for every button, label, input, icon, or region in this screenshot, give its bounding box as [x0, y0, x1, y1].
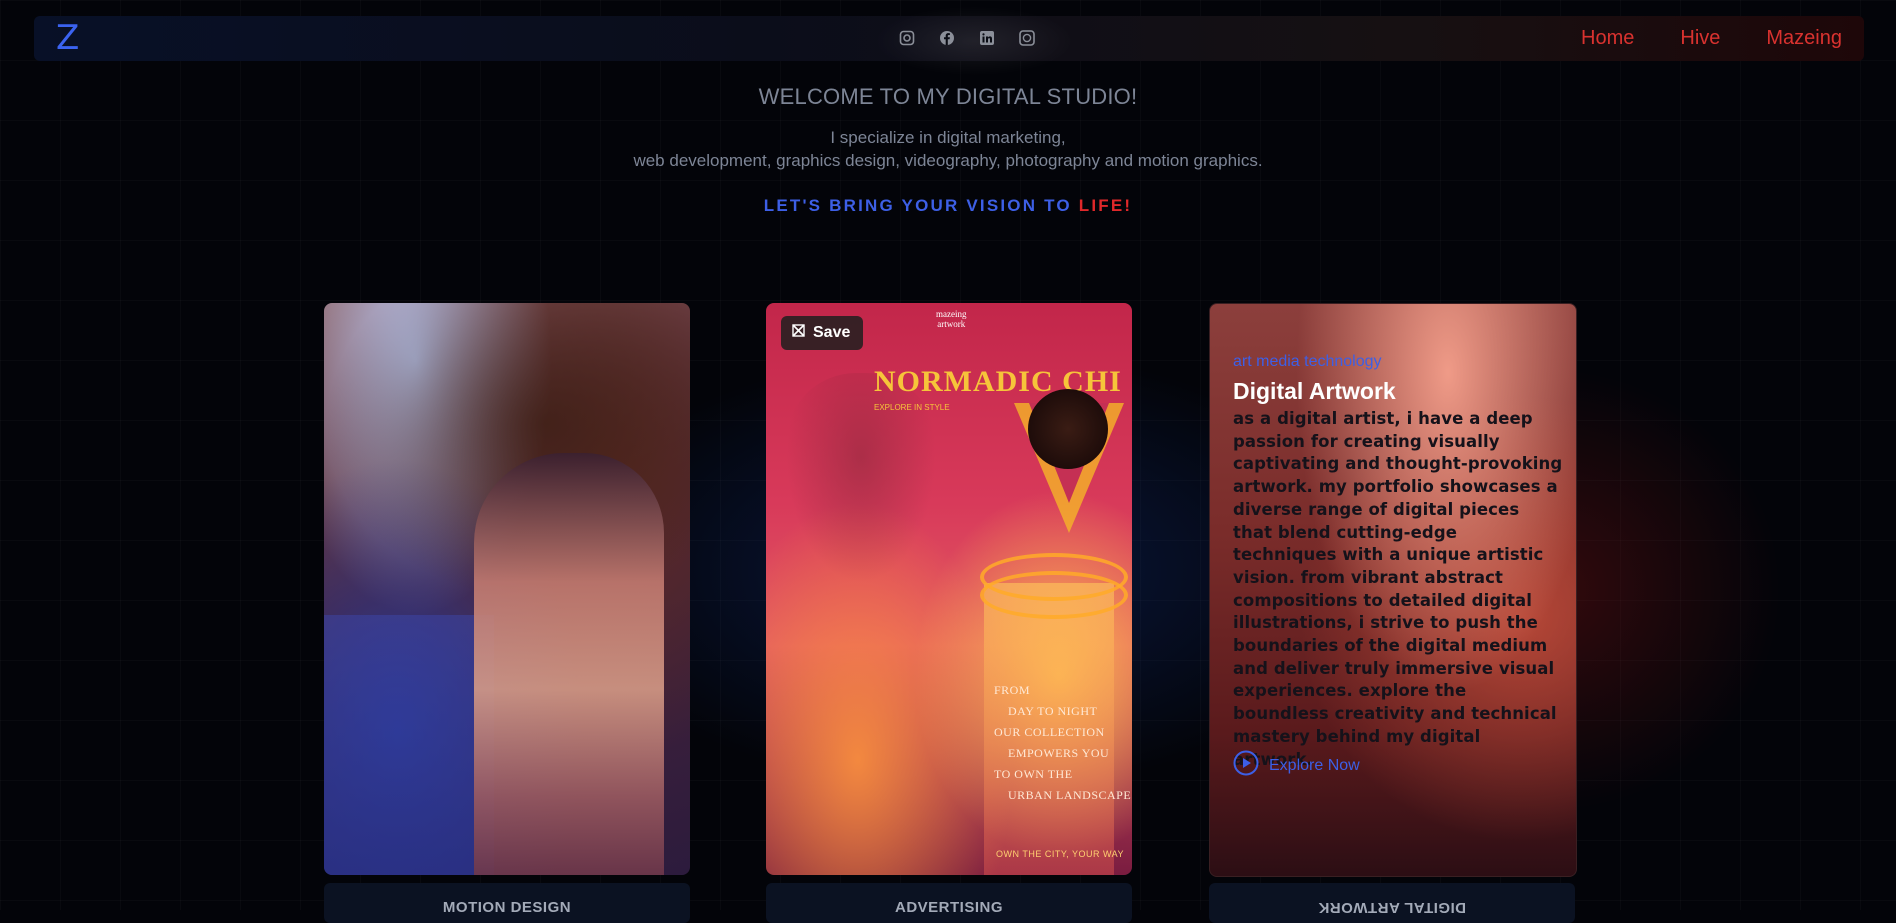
card-title: Digital Artwork	[1233, 378, 1396, 404]
hero-cta: LET'S BRING YOUR VISION TO LIFE!	[0, 196, 1896, 216]
nav-link-home[interactable]: Home	[1581, 27, 1634, 50]
facebook-icon[interactable]	[938, 29, 956, 47]
photo-water	[324, 615, 494, 875]
save-button[interactable]: Save	[781, 316, 864, 350]
card-label-text: DIGITAL ARTWORK	[1317, 899, 1467, 916]
nav-link-hive[interactable]: Hive	[1680, 27, 1720, 50]
linkedin-icon[interactable]	[978, 29, 996, 47]
hero-subtitle-line2: web development, graphics design, videog…	[633, 151, 1263, 170]
pinterest-save-icon	[792, 324, 805, 342]
play-circle-icon	[1233, 750, 1259, 781]
nav-links: Home Hive Mazeing	[1581, 27, 1842, 50]
site-logo[interactable]: Z	[56, 20, 79, 56]
nav-link-mazeing[interactable]: Mazeing	[1766, 27, 1842, 50]
save-button-label: Save	[813, 324, 851, 341]
poster-model	[1028, 389, 1108, 469]
hero-title: WELCOME TO MY DIGITAL STUDIO!	[758, 84, 1138, 109]
poster-brand: mazeing artwork	[936, 309, 967, 329]
social-icons	[898, 29, 1036, 47]
card-label-motion-design: MOTION DESIGN	[324, 883, 690, 923]
explore-now-button[interactable]: Explore Now	[1233, 750, 1360, 781]
navbar: Z Home Hive Mazeing	[34, 6, 1864, 76]
poster-ring	[980, 571, 1128, 619]
card-digital-artwork: art media technology Digital Artwork as …	[1209, 303, 1577, 877]
card-description: as a digital artist, i have a deep passi…	[1233, 409, 1563, 769]
explore-now-label: Explore Now	[1269, 756, 1360, 774]
poster-footer: OWN THE CITY, YOUR WAY	[996, 849, 1125, 859]
hero-cta-highlight: LIFE!	[1078, 196, 1133, 215]
poster-brand-line1: mazeing	[936, 309, 967, 319]
card-motion-design[interactable]	[324, 303, 690, 875]
instagram-icon[interactable]	[898, 29, 916, 47]
hero-subtitle-line1: I specialize in digital marketing,	[830, 128, 1066, 147]
hero-cta-text: LET'S BRING YOUR VISION TO	[763, 196, 1079, 215]
photo-boy	[474, 453, 664, 875]
card-kicker: art media technology	[1233, 353, 1382, 370]
card-label-advertising: ADVERTISING	[766, 883, 1132, 923]
whatsapp-icon[interactable]	[1018, 29, 1036, 47]
poster-brand-line2: artwork	[937, 319, 966, 329]
card-advertising[interactable]: mazeing artwork NORMADIC CHI EXPLORE IN …	[766, 303, 1132, 875]
hero-subtitle: I specialize in digital marketing, web d…	[0, 126, 1896, 172]
card-label-digital-artwork: DIGITAL ARTWORK	[1209, 883, 1575, 923]
poster-body-text: FROM DAY TO NIGHT OUR COLLECTION EMPOWER…	[994, 683, 1132, 802]
poster-tagline: EXPLORE IN STYLE	[874, 403, 950, 412]
